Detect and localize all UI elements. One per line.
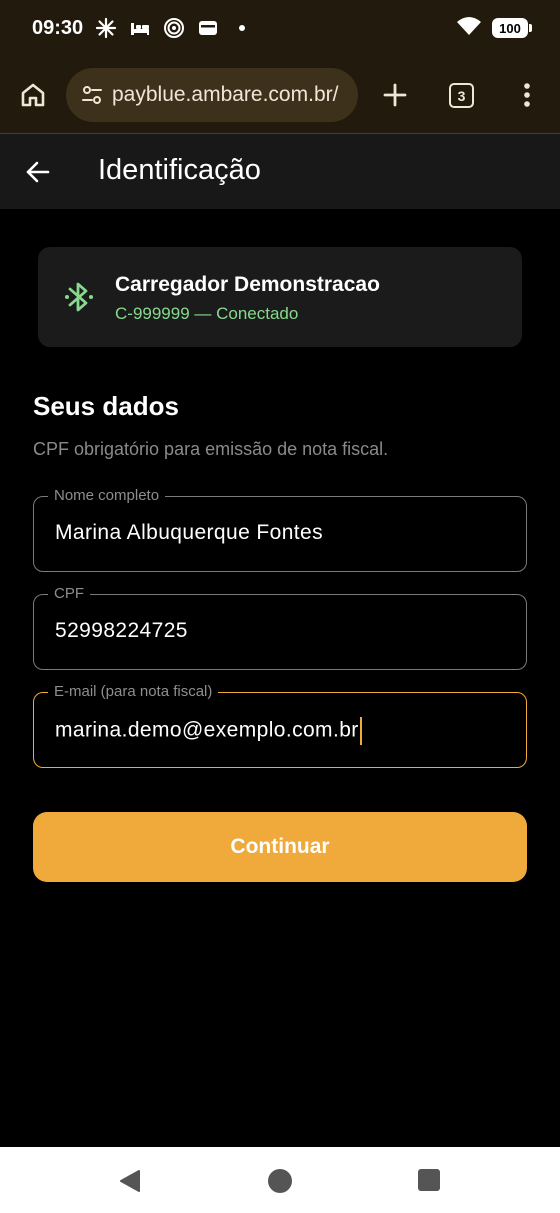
charger-name: Carregador Demonstracao — [115, 273, 380, 296]
dot-icon — [231, 17, 253, 39]
status-time: 09:30 — [32, 16, 84, 39]
back-arrow-icon[interactable] — [24, 158, 52, 186]
nav-back-icon[interactable] — [119, 1169, 141, 1193]
status-bar: 09:30 100 — [0, 0, 560, 56]
status-right: 100 — [456, 16, 532, 41]
section-subtitle: CPF obrigatório para emissão de nota fis… — [33, 439, 389, 459]
continue-button[interactable]: Continuar — [33, 812, 527, 882]
charger-status: C-999999 — Conectado — [115, 304, 299, 323]
full-name-field[interactable]: Nome completo Marina Albuquerque Fontes — [33, 486, 527, 572]
email-field[interactable]: E-mail (para nota fiscal) marina.demo@ex… — [33, 682, 527, 768]
app-bar: Identificação — [0, 134, 560, 209]
url-text[interactable]: payblue.ambare.com.br/ — [112, 83, 338, 107]
address-bar[interactable]: payblue.ambare.com.br/ — [66, 68, 358, 122]
site-settings-icon[interactable] — [80, 83, 104, 107]
email-input[interactable]: marina.demo@exemplo.com.br — [55, 719, 359, 742]
browser-toolbar: payblue.ambare.com.br/ 3 — [0, 56, 560, 134]
bluetooth-icon — [64, 279, 94, 315]
battery-icon: 100 — [492, 18, 532, 38]
section-title: Seus dados — [33, 391, 179, 421]
full-name-input[interactable]: Marina Albuquerque Fontes — [55, 521, 323, 545]
nav-recents-icon[interactable] — [418, 1169, 440, 1191]
wifi-icon — [456, 16, 482, 41]
full-name-label: Nome completo — [48, 486, 166, 506]
nav-home-icon[interactable] — [268, 1169, 292, 1193]
charger-card: Carregador Demonstracao C-999999 — Conec… — [38, 247, 522, 347]
cpf-label: CPF — [48, 584, 90, 604]
email-input-wrap[interactable]: marina.demo@exemplo.com.br — [55, 717, 362, 745]
status-icons — [95, 17, 253, 39]
spark-icon — [95, 17, 117, 39]
home-icon[interactable] — [18, 80, 48, 110]
cpf-input[interactable]: 52998224725 — [55, 619, 188, 643]
system-nav-bar — [0, 1147, 560, 1213]
page-title: Identificação — [98, 154, 261, 186]
wallet-icon — [197, 17, 219, 39]
target-icon — [163, 17, 185, 39]
new-tab-icon[interactable] — [380, 80, 410, 110]
cpf-field[interactable]: CPF 52998224725 — [33, 584, 527, 670]
text-caret — [359, 717, 362, 745]
bed-icon — [129, 17, 151, 39]
tab-switcher-button[interactable]: 3 — [449, 83, 474, 108]
email-label: E-mail (para nota fiscal) — [48, 682, 219, 702]
more-menu-icon[interactable] — [514, 80, 540, 110]
